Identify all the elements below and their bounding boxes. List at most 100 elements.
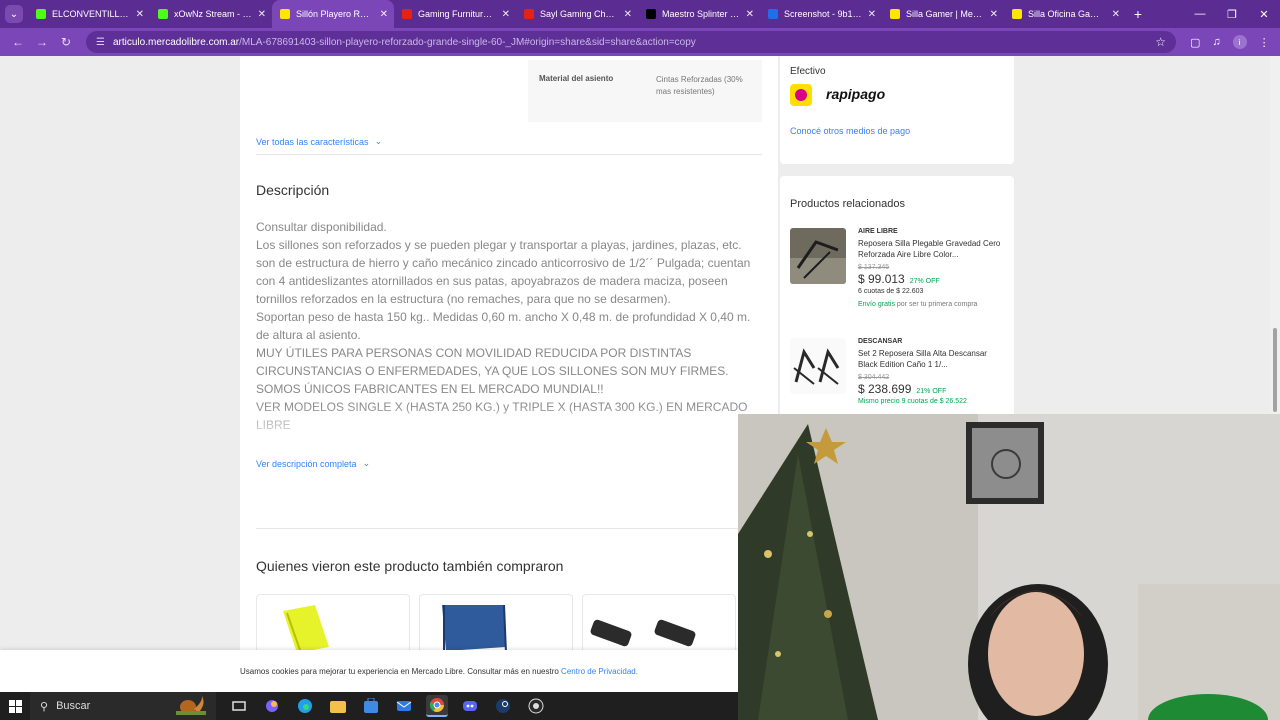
browser-tab[interactable]: Sillón Playero Reforz ✕ bbox=[272, 0, 394, 28]
tab-title: Silla Oficina Gamer E bbox=[1028, 9, 1106, 19]
extensions-icon[interactable]: ▢ bbox=[1190, 36, 1200, 49]
browser-tab[interactable]: Sayl Gaming Chair - I ✕ bbox=[516, 0, 638, 28]
copilot-icon[interactable] bbox=[261, 695, 283, 717]
browser-tab[interactable]: xOwNz Stream - Wat ✕ bbox=[150, 0, 272, 28]
address-bar[interactable]: ☰ articulo.mercadolibre.com.ar/MLA-67869… bbox=[86, 31, 1176, 53]
free-shipping-label: Envío gratis bbox=[858, 301, 895, 308]
cookie-message: Usamos cookies para mejorar tu experienc… bbox=[240, 667, 562, 676]
windows-start-button[interactable] bbox=[0, 699, 30, 713]
taskbar-search-box[interactable]: ⚲ Buscar bbox=[30, 692, 216, 720]
tab-favicon-icon bbox=[524, 9, 534, 19]
chrome-icon[interactable] bbox=[426, 695, 448, 717]
file-explorer-icon[interactable] bbox=[327, 695, 349, 717]
related-product-info: DESCANSAR Set 2 Reposera Silla Alta Desc… bbox=[858, 338, 1008, 405]
chevron-down-icon: ⌄ bbox=[362, 458, 371, 468]
reload-button[interactable]: ↻ bbox=[54, 30, 78, 54]
webcam-overlay bbox=[738, 414, 1280, 720]
related-name[interactable]: Set 2 Reposera Silla Alta Descansar Blac… bbox=[858, 348, 1008, 370]
windows-logo-icon bbox=[8, 699, 22, 713]
description-paragraph: Consultar disponibilidad. bbox=[256, 220, 387, 234]
minimize-icon[interactable]: — bbox=[1184, 8, 1216, 20]
tab-favicon-icon bbox=[768, 9, 778, 19]
edge-icon[interactable] bbox=[294, 695, 316, 717]
squirrel-icon bbox=[174, 692, 208, 720]
related-products-panel: Productos relacionados AIRE LIBRE Repose… bbox=[780, 176, 1014, 426]
tab-title: xOwNz Stream - Wat bbox=[174, 9, 252, 19]
url-path: /MLA-678691403-sillon-playero-reforzado-… bbox=[239, 36, 696, 48]
browser-tab[interactable]: ELCONVENTILLO Stre ✕ bbox=[28, 0, 150, 28]
see-full-description-link[interactable]: Ver descripción completa ⌄ bbox=[256, 458, 370, 469]
specs-table-row: Material del asiento Cintas Reforzadas (… bbox=[528, 60, 762, 122]
related-product-item[interactable]: DESCANSAR Set 2 Reposera Silla Alta Desc… bbox=[790, 338, 1008, 414]
obs-icon[interactable] bbox=[525, 695, 547, 717]
related-installments: Mismo precio 9 cuotas de $ 26.522 bbox=[858, 398, 967, 405]
window-controls: — ❐ ✕ bbox=[1184, 0, 1280, 28]
tab-close-icon[interactable]: ✕ bbox=[868, 9, 876, 20]
forward-button[interactable]: → bbox=[30, 30, 54, 54]
related-price: $ 99.013 bbox=[858, 272, 905, 286]
description-paragraph: SOMOS ÚNICOS FABRICANTES EN EL MERCADO M… bbox=[256, 382, 604, 396]
set-chairs-thumbnail bbox=[790, 338, 846, 394]
related-product-item[interactable]: AIRE LIBRE Reposera Silla Plegable Grave… bbox=[790, 228, 1008, 328]
mail-icon[interactable] bbox=[393, 695, 415, 717]
tab-favicon-icon bbox=[890, 9, 900, 19]
related-name[interactable]: Reposera Silla Plegable Gravedad Cero Re… bbox=[858, 238, 1008, 260]
site-info-icon[interactable]: ☰ bbox=[96, 37, 105, 48]
tab-favicon-icon bbox=[646, 9, 656, 19]
yellow-beach-chair-image bbox=[283, 605, 329, 654]
tab-close-icon[interactable]: ✕ bbox=[746, 9, 754, 20]
tab-close-icon[interactable]: ✕ bbox=[258, 9, 266, 20]
tab-close-icon[interactable]: ✕ bbox=[1112, 9, 1120, 20]
browser-tab[interactable]: Screenshot - 9b1f7c3 ✕ bbox=[760, 0, 882, 28]
description-paragraph: MUY ÚTILES PARA PERSONAS CON MOVILIDAD R… bbox=[256, 346, 729, 378]
toolbar-actions: ▢ ♫ i ⋮ bbox=[1190, 35, 1270, 49]
search-icon: ⚲ bbox=[40, 700, 49, 713]
tab-title: Sayl Gaming Chair - I bbox=[540, 9, 618, 19]
blue-beach-chair-image bbox=[442, 604, 507, 654]
product-main-panel: Material del asiento Cintas Reforzadas (… bbox=[240, 56, 778, 692]
close-window-icon[interactable]: ✕ bbox=[1248, 8, 1280, 21]
back-button[interactable]: ← bbox=[6, 30, 30, 54]
media-controls-icon[interactable]: ♫ bbox=[1212, 36, 1220, 48]
scrollbar-thumb[interactable] bbox=[1273, 328, 1277, 412]
restore-icon[interactable]: ❐ bbox=[1216, 8, 1248, 21]
new-tab-button[interactable]: + bbox=[1126, 6, 1150, 22]
steam-icon[interactable] bbox=[492, 695, 514, 717]
related-discount: 21% OFF bbox=[916, 388, 947, 395]
payment-methods-panel: Efectivo rapipago Conocé otros medios de… bbox=[780, 56, 1014, 164]
related-old-price: $ 137.345 bbox=[858, 264, 890, 271]
browser-tab[interactable]: Silla Oficina Gamer E ✕ bbox=[1004, 0, 1126, 28]
tab-close-icon[interactable]: ✕ bbox=[380, 9, 388, 20]
tab-close-icon[interactable]: ✕ bbox=[990, 9, 998, 20]
browser-tab[interactable]: Maestro Splinter on T ✕ bbox=[638, 0, 760, 28]
also-bought-title: Quienes vieron este producto también com… bbox=[256, 558, 564, 574]
windows-taskbar: ⚲ Buscar bbox=[0, 692, 738, 720]
privacy-center-link[interactable]: Centro de Privacidad. bbox=[561, 667, 638, 676]
divider bbox=[256, 154, 762, 155]
tab-search-button[interactable]: ⌄ bbox=[0, 0, 28, 28]
tab-close-icon[interactable]: ✕ bbox=[624, 9, 632, 20]
chevron-down-icon: ⌄ bbox=[374, 136, 383, 146]
other-payment-methods-link[interactable]: Conocé otros medios de pago bbox=[790, 126, 910, 136]
tab-close-icon[interactable]: ✕ bbox=[502, 9, 510, 20]
tab-strip: ELCONVENTILLO Stre✕xOwNz Stream - Wat✕Si… bbox=[28, 0, 1126, 28]
tab-close-icon[interactable]: ✕ bbox=[136, 9, 144, 20]
browser-menu-icon[interactable]: ⋮ bbox=[1259, 36, 1270, 49]
cookie-banner: Usamos cookies para mejorar tu experienc… bbox=[0, 650, 740, 692]
description-fade bbox=[256, 404, 764, 448]
chevron-down-icon: ⌄ bbox=[5, 5, 23, 23]
task-view-icon[interactable] bbox=[228, 695, 250, 717]
tab-favicon-icon bbox=[280, 9, 290, 19]
cookie-text: Usamos cookies para mejorar tu experienc… bbox=[240, 667, 638, 676]
browser-tab[interactable]: Silla Gamer | Mercad ✕ bbox=[882, 0, 1004, 28]
tab-title: ELCONVENTILLO Stre bbox=[52, 9, 130, 19]
see-all-features-link[interactable]: Ver todas las características ⌄ bbox=[256, 136, 382, 147]
divider bbox=[256, 528, 762, 529]
browser-tab[interactable]: Gaming Furniture: Ch ✕ bbox=[394, 0, 516, 28]
bookmark-star-icon[interactable]: ☆ bbox=[1155, 35, 1166, 49]
profile-avatar[interactable]: i bbox=[1232, 35, 1247, 49]
tab-favicon-icon bbox=[36, 9, 46, 19]
taskbar-apps bbox=[228, 695, 547, 717]
microsoft-store-icon[interactable] bbox=[360, 695, 382, 717]
discord-icon[interactable] bbox=[459, 695, 481, 717]
